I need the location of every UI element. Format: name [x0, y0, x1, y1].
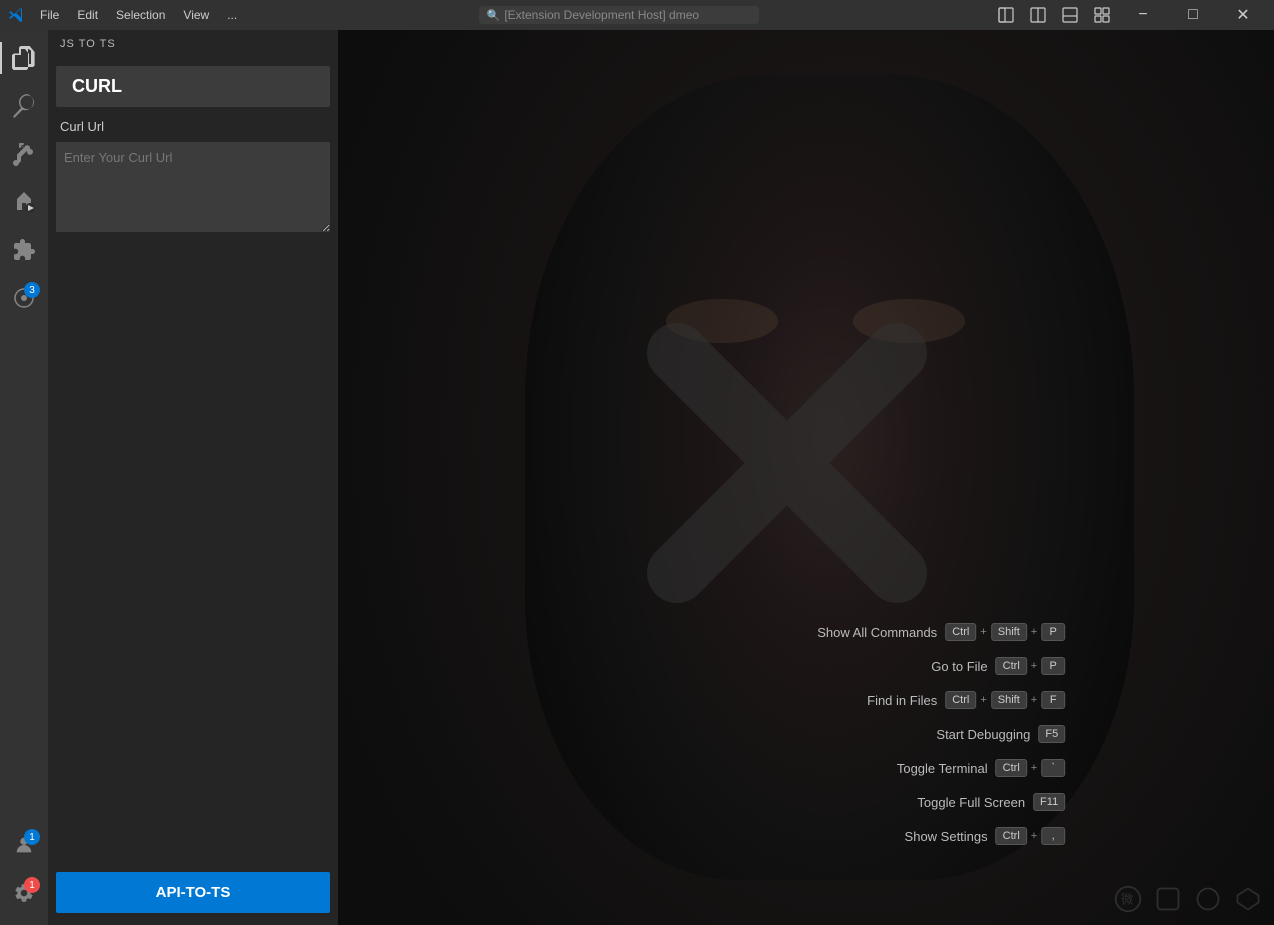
shortcut-row-0: Show All Commands Ctrl + Shift + P — [777, 623, 1065, 641]
layout-sidebar-icon[interactable] — [992, 1, 1020, 29]
shortcut-label-2: Find in Files — [777, 693, 937, 708]
shortcut-row-6: Show Settings Ctrl + , — [777, 827, 1065, 845]
key-p2: P — [1041, 657, 1065, 675]
shortcut-label-4: Toggle Terminal — [828, 761, 988, 776]
menu-selection[interactable]: Selection — [108, 6, 173, 24]
key-backtick: ` — [1041, 759, 1065, 777]
activity-bar-bottom: 1 1 — [0, 821, 48, 925]
accounts-badge: 1 — [24, 829, 40, 845]
menu-edit[interactable]: Edit — [69, 6, 106, 24]
title-bar: File Edit Selection View ... 🔍 [Extensio… — [0, 0, 1274, 30]
activity-item-source-control[interactable] — [0, 130, 48, 178]
shortcut-keys-2: Ctrl + Shift + F — [945, 691, 1065, 709]
activity-item-explorer[interactable] — [0, 34, 48, 82]
shortcut-label-5: Toggle Full Screen — [865, 795, 1025, 810]
key-f5: F5 — [1038, 725, 1065, 743]
maximize-button[interactable]: □ — [1170, 0, 1216, 30]
shortcut-row-4: Toggle Terminal Ctrl + ` — [777, 759, 1065, 777]
curl-url-input[interactable] — [56, 142, 330, 232]
social-icon-4 — [1234, 885, 1262, 913]
shortcut-label-1: Go to File — [828, 659, 988, 674]
window-controls: − □ ✕ — [992, 0, 1266, 30]
shortcut-row-5: Toggle Full Screen F11 — [777, 793, 1065, 811]
minimize-button[interactable]: − — [1120, 0, 1166, 30]
main-area: 3 1 1 JS TO TS CURL Curl Url API-TO-TS — [0, 30, 1274, 925]
layout-editor-icon[interactable] — [1024, 1, 1052, 29]
sidebar-header: JS TO TS — [48, 30, 338, 58]
title-search-bar[interactable]: 🔍 [Extension Development Host] dmeo — [479, 6, 759, 24]
key-comma: , — [1041, 827, 1065, 845]
shortcut-keys-3: F5 — [1038, 725, 1065, 743]
key-ctrl: Ctrl — [945, 623, 976, 641]
layout-grid-icon[interactable] — [1088, 1, 1116, 29]
key-p: P — [1041, 623, 1065, 641]
key-ctrl-2: Ctrl — [996, 657, 1027, 675]
shortcut-keys-1: Ctrl + P — [996, 657, 1066, 675]
svg-text:微: 微 — [1121, 892, 1133, 906]
social-icon-weibo: 微 — [1114, 885, 1142, 913]
key-ctrl-3: Ctrl — [945, 691, 976, 709]
curl-title: CURL — [56, 66, 330, 107]
activity-item-remote[interactable]: 3 — [0, 274, 48, 322]
shortcut-row-1: Go to File Ctrl + P — [777, 657, 1065, 675]
shortcut-keys-6: Ctrl + , — [996, 827, 1066, 845]
activity-item-accounts[interactable]: 1 — [0, 821, 48, 869]
title-bar-left: File Edit Selection View ... — [8, 6, 245, 24]
shortcut-row-2: Find in Files Ctrl + Shift + F — [777, 691, 1065, 709]
layout-panel-icon[interactable] — [1056, 1, 1084, 29]
key-ctrl-4: Ctrl — [996, 759, 1027, 777]
social-icon-2 — [1154, 885, 1182, 913]
key-shift-2: Shift — [991, 691, 1027, 709]
social-icon-3 — [1194, 885, 1222, 913]
activity-item-extensions[interactable] — [0, 226, 48, 274]
activity-item-run[interactable] — [0, 178, 48, 226]
key-ctrl-5: Ctrl — [996, 827, 1027, 845]
activity-item-settings[interactable]: 1 — [0, 869, 48, 917]
curl-panel: CURL Curl Url — [48, 58, 338, 245]
key-shift: Shift — [991, 623, 1027, 641]
activity-bar: 3 1 1 — [0, 30, 48, 925]
menu-more[interactable]: ... — [219, 6, 245, 24]
shortcuts-overlay: Show All Commands Ctrl + Shift + P Go to… — [777, 623, 1065, 845]
shortcut-label-3: Start Debugging — [870, 727, 1030, 742]
editor-background: Show All Commands Ctrl + Shift + P Go to… — [338, 30, 1274, 925]
shortcut-keys-4: Ctrl + ` — [996, 759, 1066, 777]
key-f: F — [1041, 691, 1065, 709]
shortcut-keys-0: Ctrl + Shift + P — [945, 623, 1065, 641]
key-f11: F11 — [1033, 793, 1065, 811]
menu-file[interactable]: File — [32, 6, 67, 24]
x-mark-overlay — [637, 313, 937, 613]
api-to-ts-button[interactable]: API-TO-TS — [56, 872, 330, 913]
shortcut-label-6: Show Settings — [828, 829, 988, 844]
shortcut-keys-5: F11 — [1033, 793, 1065, 811]
vscode-logo-icon — [8, 7, 24, 23]
editor-area: Show All Commands Ctrl + Shift + P Go to… — [338, 30, 1274, 925]
close-button[interactable]: ✕ — [1220, 0, 1266, 30]
activity-item-search[interactable] — [0, 82, 48, 130]
menu-bar: File Edit Selection View ... — [32, 6, 245, 24]
menu-view[interactable]: View — [175, 6, 217, 24]
curl-url-label: Curl Url — [56, 119, 330, 134]
shortcut-label-0: Show All Commands — [777, 625, 937, 640]
sidebar-panel: JS TO TS CURL Curl Url API-TO-TS — [48, 30, 338, 925]
extensions-badge: 3 — [24, 282, 40, 298]
bottom-icons: 微 — [1114, 885, 1262, 913]
settings-badge: 1 — [24, 877, 40, 893]
shortcut-row-3: Start Debugging F5 — [777, 725, 1065, 743]
